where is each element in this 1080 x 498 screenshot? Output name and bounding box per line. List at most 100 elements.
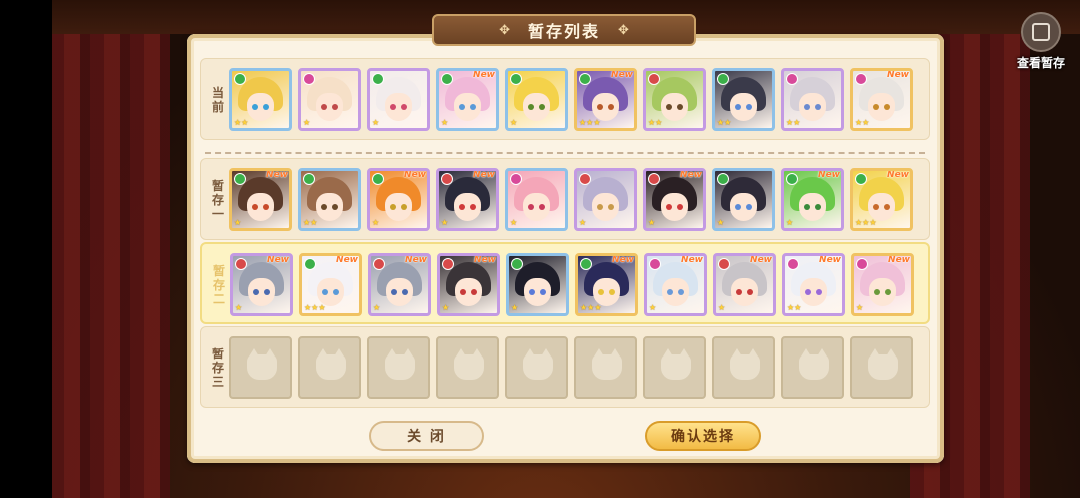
- character-card[interactable]: ★ New: [713, 253, 776, 316]
- row-label: 暂存三: [205, 327, 231, 409]
- character-card[interactable]: ★ New: [436, 68, 499, 131]
- rarity-stars: ★: [649, 303, 657, 312]
- character-eye: [333, 289, 339, 295]
- character-eye: [470, 204, 476, 210]
- character-eye: [263, 204, 269, 210]
- rarity-stars: ★: [442, 303, 450, 312]
- stash-row-1[interactable]: 暂存一 ★ New ★★ ★ New ★ New ★ ★ ★ New ★ ★ New ★★★ New: [200, 158, 930, 240]
- new-badge: New: [405, 255, 427, 265]
- character-card[interactable]: ★★★ New: [850, 168, 913, 231]
- character-card[interactable]: ★: [505, 168, 568, 231]
- rarity-stars: ★: [718, 303, 726, 312]
- empty-slot[interactable]: [850, 336, 913, 399]
- new-badge: New: [887, 170, 909, 180]
- view-stash-button[interactable]: 查看暂存: [1006, 12, 1076, 72]
- character-eye: [746, 204, 752, 210]
- character-card[interactable]: ★ New: [781, 168, 844, 231]
- row-label: 当前: [205, 59, 231, 141]
- row-label-char: 三: [211, 375, 224, 389]
- character-card[interactable]: ★: [506, 253, 569, 316]
- character-card[interactable]: ★★: [712, 68, 775, 131]
- card-list: ★★ ★ ★ ★ New ★ ★★★ New ★★ ★★ ★★ ★★ New: [229, 68, 913, 131]
- rarity-stars: ★★★: [580, 303, 602, 312]
- character-card[interactable]: ★★: [229, 68, 292, 131]
- character-card[interactable]: ★ New: [368, 253, 431, 316]
- character-eye: [459, 204, 465, 210]
- view-stash-label: 查看暂存: [1016, 56, 1065, 70]
- element-icon: [648, 73, 660, 85]
- row-label-char: 二: [212, 292, 225, 306]
- character-card[interactable]: ★: [574, 168, 637, 231]
- character-card[interactable]: ★ New: [229, 168, 292, 231]
- character-card[interactable]: ★ New: [230, 253, 293, 316]
- character-eye: [736, 289, 742, 295]
- character-card[interactable]: ★★ New: [850, 68, 913, 131]
- element-icon: [648, 173, 660, 185]
- character-card[interactable]: ★ New: [643, 168, 706, 231]
- stash-row-3[interactable]: 暂存三: [200, 326, 930, 408]
- new-badge: New: [612, 255, 634, 265]
- character-eye: [598, 289, 604, 295]
- new-badge: New: [819, 255, 841, 265]
- empty-slot-placeholder-icon: [523, 348, 553, 380]
- character-eye: [539, 204, 545, 210]
- rarity-stars: ★: [717, 218, 725, 227]
- character-card[interactable]: ★ New: [644, 253, 707, 316]
- element-icon: [718, 258, 730, 270]
- empty-slot[interactable]: [781, 336, 844, 399]
- character-eye: [666, 204, 672, 210]
- character-card[interactable]: ★: [367, 68, 430, 131]
- empty-slot[interactable]: [712, 336, 775, 399]
- character-eye: [391, 289, 397, 295]
- empty-slot[interactable]: [298, 336, 361, 399]
- character-card[interactable]: ★★★ New: [299, 253, 362, 316]
- character-card[interactable]: ★★: [643, 68, 706, 131]
- close-button[interactable]: 关 闭: [369, 421, 484, 451]
- rarity-stars: ★: [510, 118, 518, 127]
- confirm-button[interactable]: 确认选择: [645, 421, 761, 451]
- character-card[interactable]: ★ New: [437, 253, 500, 316]
- curtain-left: [50, 0, 170, 498]
- element-icon: [372, 73, 384, 85]
- empty-slot[interactable]: [367, 336, 430, 399]
- character-eye: [873, 204, 879, 210]
- new-badge: New: [473, 70, 495, 80]
- element-icon: [234, 173, 246, 185]
- character-eye: [666, 104, 672, 110]
- character-eye: [747, 289, 753, 295]
- character-eye: [470, 104, 476, 110]
- new-badge: New: [611, 70, 633, 80]
- character-card[interactable]: ★ New: [851, 253, 914, 316]
- rarity-stars: ★★: [786, 118, 801, 127]
- element-icon: [787, 258, 799, 270]
- element-icon: [855, 173, 867, 185]
- element-icon: [511, 258, 523, 270]
- character-card[interactable]: ★: [505, 68, 568, 131]
- empty-slot[interactable]: [643, 336, 706, 399]
- stash-row-2[interactable]: 暂存二 ★ New ★★★ New ★ New ★ New ★ ★★★ New ★ New ★ New ★★ Ne…: [200, 242, 930, 324]
- empty-slot[interactable]: [229, 336, 292, 399]
- character-card[interactable]: ★: [712, 168, 775, 231]
- character-card[interactable]: ★: [298, 68, 361, 131]
- character-card[interactable]: ★★★ New: [575, 253, 638, 316]
- character-card[interactable]: ★★: [298, 168, 361, 231]
- element-icon: [303, 173, 315, 185]
- row-label: 暂存二: [206, 244, 232, 326]
- character-card[interactable]: ★ New: [367, 168, 430, 231]
- empty-slot[interactable]: [574, 336, 637, 399]
- row-label-char: 暂: [211, 179, 224, 193]
- empty-slot[interactable]: [436, 336, 499, 399]
- character-card[interactable]: ★★ New: [782, 253, 845, 316]
- character-card[interactable]: ★★: [781, 68, 844, 131]
- element-icon: [717, 73, 729, 85]
- character-card[interactable]: ★★★ New: [574, 68, 637, 131]
- rarity-stars: ★: [856, 303, 864, 312]
- rarity-stars: ★: [511, 303, 519, 312]
- empty-slot[interactable]: [505, 336, 568, 399]
- current-divider: [205, 152, 925, 154]
- character-eye: [804, 204, 810, 210]
- character-card[interactable]: ★ New: [436, 168, 499, 231]
- card-list: ★ New ★★ ★ New ★ New ★ ★ ★ New ★ ★ New ★★★ New: [229, 168, 913, 231]
- stash-row-0[interactable]: 当前 ★★ ★ ★ ★ New ★ ★★★ New ★★ ★★ ★★ ★★ New: [200, 58, 930, 140]
- rarity-stars: ★: [510, 218, 518, 227]
